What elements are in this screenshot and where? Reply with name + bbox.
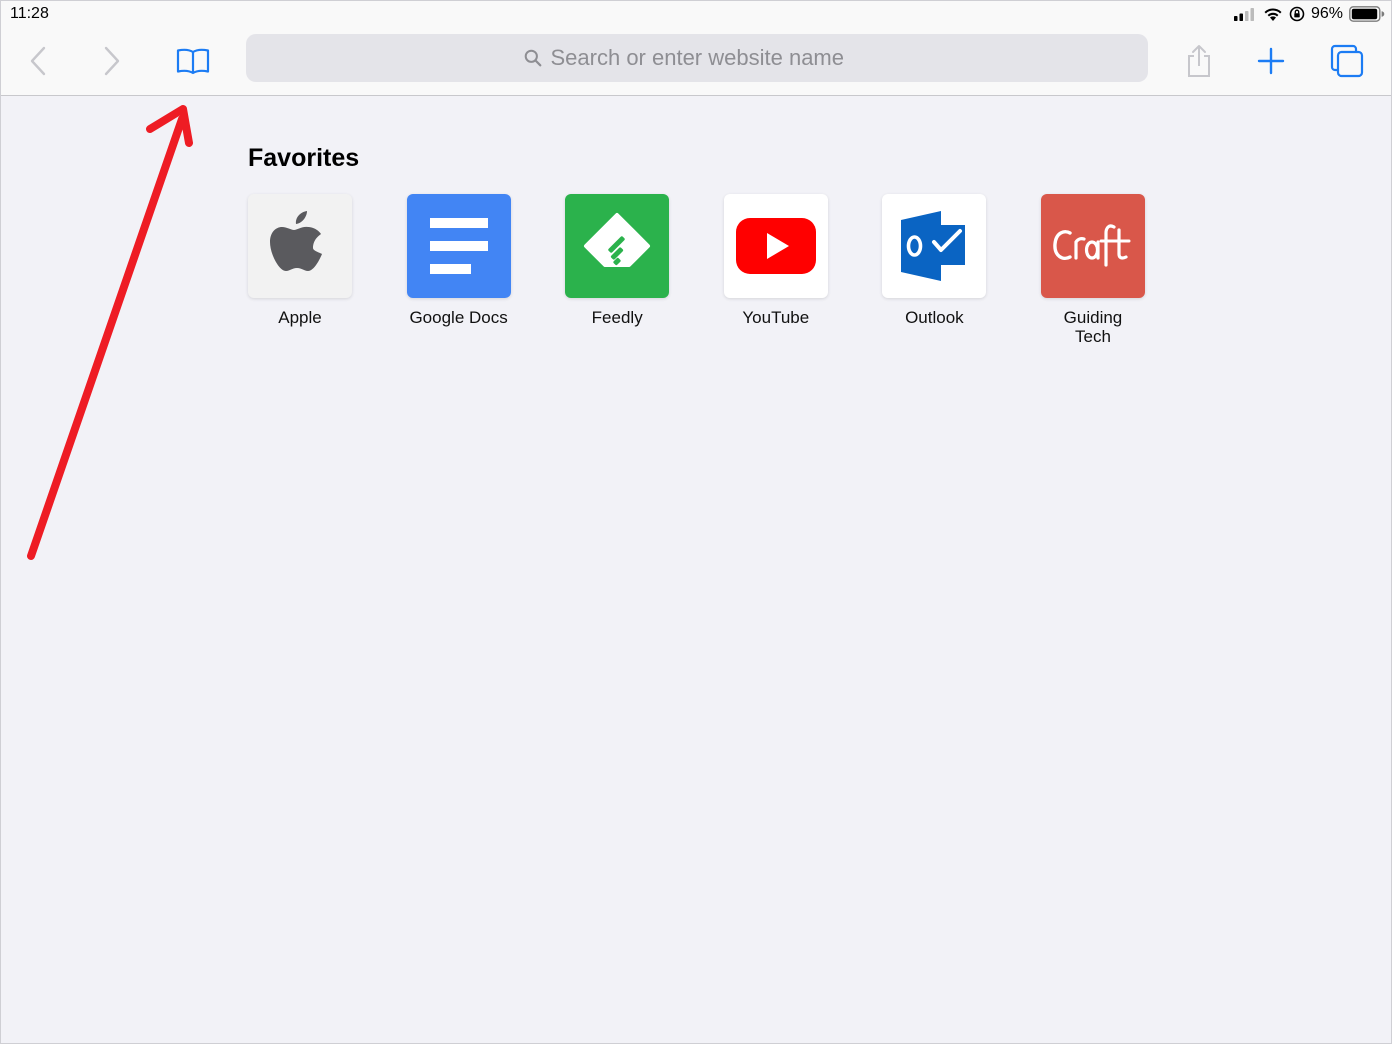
cellular-signal-icon	[1233, 7, 1257, 21]
favorite-guiding-tech[interactable]: Guiding Tech	[1040, 194, 1200, 346]
battery-icon	[1349, 6, 1385, 22]
share-icon	[1188, 45, 1210, 77]
annotation-arrow	[27, 105, 193, 560]
favorite-label: Guiding Tech	[1063, 308, 1123, 346]
favorite-tile[interactable]	[248, 194, 352, 298]
search-icon	[524, 49, 541, 67]
feedly-icon	[584, 213, 651, 267]
status-bar: 11:28 96%	[1, 1, 1391, 27]
google-docs-icon	[429, 218, 488, 274]
favorites-grid: Apple Google Docs Feedly YouTube Outlook…	[248, 194, 1200, 346]
youtube-play-icon	[735, 218, 816, 274]
favorite-tile[interactable]	[406, 194, 511, 298]
status-time: 11:28	[10, 5, 49, 22]
back-chevron-icon	[30, 46, 46, 76]
address-input[interactable]	[550, 45, 871, 71]
favorite-label: Outlook	[905, 308, 964, 327]
outlook-icon	[901, 211, 966, 281]
battery-percent: 96%	[1310, 5, 1343, 22]
share-button[interactable]	[1177, 39, 1221, 83]
favorite-tile[interactable]	[882, 194, 987, 298]
tabs-button[interactable]	[1325, 39, 1369, 83]
back-button[interactable]	[17, 39, 61, 83]
bookmarks-button[interactable]	[171, 39, 215, 83]
plus-icon	[1257, 47, 1285, 75]
favorite-label: Google Docs	[409, 308, 508, 327]
forward-button[interactable]	[89, 39, 133, 83]
favorite-tile[interactable]	[1040, 194, 1145, 298]
status-indicators: 96%	[1233, 5, 1385, 23]
new-tab-button[interactable]	[1249, 39, 1293, 83]
favorite-tile[interactable]	[723, 194, 828, 298]
favorite-label: Feedly	[591, 308, 643, 327]
bookmarks-book-icon	[176, 48, 210, 75]
favorite-label: YouTube	[742, 308, 810, 327]
craft-logo-icon	[1053, 224, 1131, 267]
orientation-lock-icon	[1289, 6, 1305, 22]
address-bar[interactable]	[246, 34, 1148, 82]
safari-screen: 11:28 96% Search or enter website name F…	[0, 0, 1392, 1044]
apple-logo-icon	[270, 211, 322, 271]
wifi-icon	[1263, 7, 1283, 22]
favorite-label: Apple	[278, 308, 322, 327]
tabs-icon	[1330, 44, 1364, 78]
safari-toolbar	[1, 27, 1391, 96]
forward-chevron-icon	[104, 46, 120, 76]
favorites-heading: Favorites	[248, 144, 360, 172]
favorite-tile[interactable]	[565, 194, 670, 298]
